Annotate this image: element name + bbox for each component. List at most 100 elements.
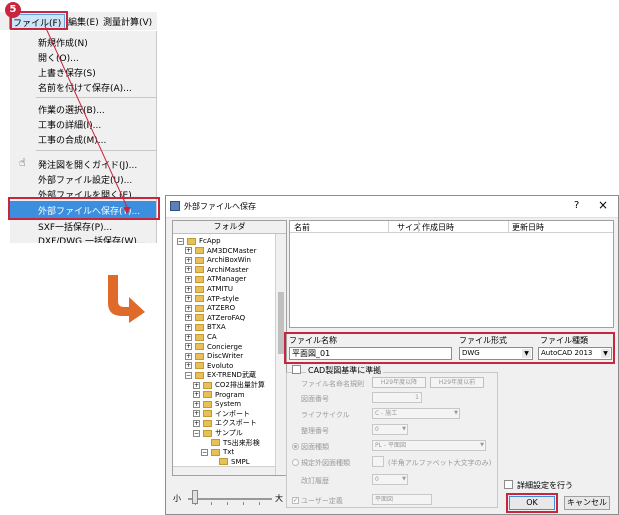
menu-item-open[interactable]: 開く(O)...	[38, 51, 79, 64]
cancel-button[interactable]: キャンセル	[564, 496, 610, 510]
menu-item-external-settings[interactable]: 外部ファイル設定(U)...	[38, 173, 132, 186]
format-select[interactable]: DWG ▼	[459, 347, 533, 360]
tree-item[interactable]: − サンプル	[193, 428, 243, 438]
zoom-slider-thumb[interactable]	[192, 490, 198, 504]
expand-icon[interactable]: +	[193, 391, 200, 399]
menu-edit[interactable]: 編集(E)	[68, 15, 99, 28]
expand-icon[interactable]: +	[193, 410, 200, 418]
menu-item-save-as[interactable]: 名前を付けて保存(A)...	[38, 81, 132, 94]
expand-icon[interactable]: +	[185, 256, 192, 264]
zoom-tick	[259, 502, 260, 505]
other-kind-radio[interactable]	[292, 459, 299, 466]
col-name[interactable]: 名前	[294, 222, 310, 233]
other-kind-input[interactable]	[372, 456, 384, 467]
expand-icon[interactable]: +	[185, 314, 192, 322]
menu-item-dxf-save[interactable]: DXF/DWG 一括保存(W)...	[38, 234, 145, 243]
folder-hscrollbar[interactable]	[173, 466, 275, 475]
tree-item[interactable]: TS出来形検	[201, 438, 260, 448]
expand-icon[interactable]: +	[185, 352, 192, 360]
detail-checkbox[interactable]	[504, 480, 513, 489]
folder-icon	[195, 304, 204, 312]
expand-icon[interactable]: +	[185, 295, 192, 303]
tree-item[interactable]: + Program	[193, 390, 245, 400]
menu-item-save[interactable]: 上書き保存(S)	[38, 66, 96, 79]
menu-item-sxf-save[interactable]: SXF一括保存(P)...	[38, 220, 112, 233]
tree-item[interactable]: + ArchiBoxWin	[185, 255, 251, 265]
collapse-icon[interactable]: −	[201, 448, 208, 456]
tree-item[interactable]: + CO2排出量計算	[193, 380, 265, 390]
tree-item[interactable]: − EX-TREND武蔵	[185, 370, 256, 380]
tree-item[interactable]: + BTXA	[185, 322, 226, 332]
expand-icon[interactable]: +	[185, 247, 192, 255]
tree-item[interactable]: + インポート	[193, 409, 250, 419]
filename-input[interactable]	[289, 347, 452, 360]
menu-item-work-merge[interactable]: 工事の合成(M)...	[38, 133, 106, 146]
tree-item[interactable]: + エクスポート	[193, 418, 257, 428]
tree-item[interactable]: + CA	[185, 332, 217, 342]
col-modified[interactable]: 更新日時	[512, 222, 544, 233]
tree-item-label: ATMITU	[207, 285, 234, 293]
expand-icon[interactable]: +	[185, 266, 192, 274]
zoom-slider-track[interactable]	[188, 498, 272, 500]
folder-tree[interactable]: − FcApp + AM3DCMaster + ArchiBoxWin + ArchiMast…	[173, 234, 275, 475]
column-divider	[508, 221, 509, 233]
user-def-checkbox[interactable]: ✓	[292, 497, 299, 504]
collapse-icon[interactable]: −	[185, 371, 192, 379]
menu-item-select-work[interactable]: 作業の選択(B)...	[38, 103, 105, 116]
drawing-kind-radio[interactable]	[292, 443, 299, 450]
folder-icon	[195, 314, 204, 322]
folder-icon	[203, 410, 212, 418]
expand-icon[interactable]: +	[185, 304, 192, 312]
file-list[interactable]: 名前 サイズ 作成日時 更新日時	[289, 220, 614, 328]
expand-icon[interactable]: +	[185, 285, 192, 293]
expand-icon[interactable]: +	[185, 362, 192, 370]
folder-icon	[211, 439, 220, 447]
tree-item[interactable]: + ATManager	[185, 274, 246, 284]
h29-after-button[interactable]: H29年度以降	[372, 377, 426, 388]
folder-icon	[195, 333, 204, 341]
format-label: ファイル形式	[459, 336, 507, 345]
tree-item[interactable]: + ATP-style	[185, 294, 239, 304]
menu-item-open-guide[interactable]: 発注図を開くガイド(J)...	[38, 158, 137, 171]
expand-icon[interactable]: +	[193, 381, 200, 389]
expand-icon[interactable]: +	[193, 400, 200, 408]
cad-checkbox[interactable]	[292, 365, 301, 374]
arrangement-select[interactable]: 0 ▼	[372, 424, 408, 435]
tree-item[interactable]: + ATZeroFAQ	[185, 313, 245, 323]
lifecycle-select[interactable]: C - 施工 ▼	[372, 408, 460, 419]
tree-item[interactable]: + DiscWriter	[185, 351, 243, 361]
tree-item[interactable]: + AM3DCMaster	[185, 246, 256, 256]
close-button[interactable]: ×	[598, 198, 608, 212]
menu-item-work-detail[interactable]: 工事の詳細(I)...	[38, 118, 101, 131]
menu-item-new[interactable]: 新規作成(N)	[38, 36, 88, 49]
kind-select[interactable]: AutoCAD 2013 ▼	[538, 347, 612, 360]
menu-survey[interactable]: 測量計算(V)	[103, 15, 152, 28]
help-button[interactable]: ?	[574, 200, 579, 211]
tree-item-label: ATZeroFAQ	[207, 313, 246, 322]
tree-item[interactable]: + ATMITU	[185, 284, 233, 294]
tree-item[interactable]: − FcApp	[177, 236, 221, 246]
tree-item[interactable]: + ATZERO	[185, 303, 235, 313]
tree-item[interactable]: + System	[193, 399, 241, 409]
expand-icon[interactable]: +	[185, 275, 192, 283]
revision-select[interactable]: 0 ▼	[372, 474, 408, 485]
tree-item[interactable]: − Txt	[201, 447, 234, 457]
expand-icon[interactable]: +	[193, 419, 200, 427]
collapse-icon[interactable]: −	[193, 429, 200, 437]
folder-icon	[195, 323, 204, 331]
col-created[interactable]: 作成日時	[422, 222, 454, 233]
expand-icon[interactable]: +	[185, 323, 192, 331]
h29-before-button[interactable]: H29年度以前	[430, 377, 484, 388]
tree-item[interactable]: + ArchiMaster	[185, 265, 249, 275]
collapse-icon[interactable]: −	[177, 237, 184, 245]
kind-value: AutoCAD 2013	[541, 349, 593, 357]
expand-icon[interactable]: +	[185, 343, 192, 351]
ok-button[interactable]: OK	[509, 496, 555, 510]
tree-item[interactable]: + Evoluto	[185, 361, 233, 371]
expand-icon[interactable]: +	[185, 333, 192, 341]
lifecycle-value: C - 施工	[375, 410, 398, 417]
user-def-input[interactable]: 平面図	[372, 494, 432, 505]
tree-item[interactable]: + Concierge	[185, 342, 242, 352]
drawing-no-field[interactable]: 1	[372, 392, 422, 403]
drawing-kind-select[interactable]: PL - 平面図 ▼	[372, 440, 486, 451]
